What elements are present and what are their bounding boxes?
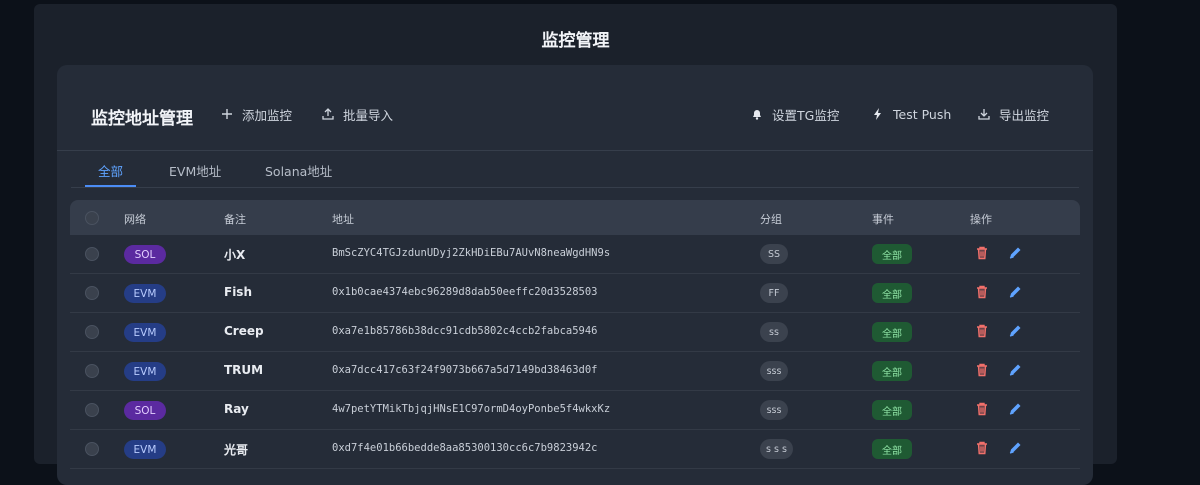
row-note: 光哥: [224, 443, 249, 457]
batch-import-button[interactable]: 批量导入: [321, 105, 393, 123]
row-address: 0xd7f4e01b66bedde8aa85300130cc6c7b982394…: [332, 442, 598, 454]
card-header: 监控地址管理 添加监控 批量导入 设置TG监控 Test Push 导出监控: [57, 65, 1093, 151]
table-row: EVM Creep 0xa7e1b85786b38dcc91cdb5802c4c…: [70, 313, 1080, 352]
export-monitor-label: 导出监控: [999, 107, 1050, 123]
pencil-icon[interactable]: [1007, 323, 1023, 339]
group-badge: s s s: [760, 439, 793, 459]
row-address: BmScZYC4TGJzdunUDyj2ZkHDiEBu7AUvN8neaWgd…: [332, 247, 611, 259]
monitor-management-panel: 监控管理 监控地址管理 添加监控 批量导入 设置TG监控 Test Push 导…: [34, 4, 1117, 485]
group-badge: sss: [760, 361, 788, 381]
table-row: EVM Fish 0x1b0cae4374ebc96289d8dab50eeff…: [70, 274, 1080, 313]
table-header: 网络 备注 地址 分组 事件 操作: [70, 200, 1080, 235]
export-monitor-button[interactable]: 导出监控: [977, 105, 1049, 123]
bell-icon: [753, 110, 761, 120]
event-badge: 全部: [872, 244, 912, 264]
network-badge: EVM: [124, 362, 166, 381]
network-badge: SOL: [124, 401, 166, 420]
row-address: 0x1b0cae4374ebc96289d8dab50eeffc20d35285…: [332, 286, 598, 298]
row-note: Fish: [224, 285, 252, 299]
event-badge: 全部: [872, 322, 912, 342]
header-action: 操作: [970, 213, 992, 226]
event-badge: 全部: [872, 400, 912, 420]
address-tabs: 全部 EVM地址 Solana地址: [71, 151, 1079, 188]
event-badge: 全部: [872, 361, 912, 381]
trash-icon[interactable]: [974, 245, 990, 261]
plus-icon: [222, 109, 232, 119]
tg-monitor-button[interactable]: 设置TG监控: [750, 105, 839, 123]
table-row: SOL Ray 4w7petYTMikTbjqjHNsE1C97ormD4oyP…: [70, 391, 1080, 430]
pencil-icon[interactable]: [1007, 284, 1023, 300]
event-badge: 全部: [872, 283, 912, 303]
row-address: 0xa7dcc417c63f24f9073b667a5d7149bd38463d…: [332, 364, 598, 376]
upload-icon: [322, 108, 334, 120]
select-all-radio[interactable]: [85, 211, 99, 225]
pencil-icon[interactable]: [1007, 440, 1023, 456]
network-badge: EVM: [124, 323, 166, 342]
table-body: SOL 小X BmScZYC4TGJzdunUDyj2ZkHDiEBu7AUvN…: [70, 235, 1080, 469]
table-row: EVM TRUM 0xa7dcc417c63f24f9073b667a5d714…: [70, 352, 1080, 391]
trash-icon[interactable]: [974, 323, 990, 339]
row-select-radio[interactable]: [85, 442, 99, 456]
group-badge: FF: [760, 283, 788, 303]
lightning-icon: [874, 108, 881, 120]
row-note: Ray: [224, 402, 249, 416]
add-monitor-label: 添加监控: [242, 107, 293, 123]
pencil-icon[interactable]: [1007, 401, 1023, 417]
tab-evm[interactable]: EVM地址: [169, 161, 221, 180]
header-note: 备注: [224, 213, 246, 226]
group-badge: SS: [760, 244, 788, 264]
active-tab-indicator: [85, 185, 136, 187]
monitor-address-card: 监控地址管理 添加监控 批量导入 设置TG监控 Test Push 导出监控 全…: [57, 65, 1093, 485]
row-select-radio[interactable]: [85, 325, 99, 339]
header-group: 分组: [760, 213, 782, 226]
table-row: EVM 光哥 0xd7f4e01b66bedde8aa85300130cc6c7…: [70, 430, 1080, 469]
page-title: 监控管理: [541, 31, 610, 51]
trash-icon[interactable]: [974, 401, 990, 417]
card-title: 监控地址管理: [91, 109, 193, 129]
network-badge: SOL: [124, 245, 166, 264]
row-note: 小X: [224, 248, 246, 262]
row-select-radio[interactable]: [85, 364, 99, 378]
row-address: 0xa7e1b85786b38dcc91cdb5802c4ccb2fabca59…: [332, 325, 598, 337]
test-push-button[interactable]: Test Push: [871, 105, 951, 123]
header-address: 地址: [332, 213, 354, 226]
trash-icon[interactable]: [974, 362, 990, 378]
pencil-icon[interactable]: [1007, 362, 1023, 378]
row-select-radio[interactable]: [85, 403, 99, 417]
test-push-label: Test Push: [893, 106, 952, 122]
group-badge: sss: [760, 400, 788, 420]
row-select-radio[interactable]: [85, 247, 99, 261]
header-network: 网络: [124, 213, 146, 226]
monitor-table: 网络 备注 地址 分组 事件 操作 SOL 小X BmScZYC4TGJzdun…: [70, 200, 1080, 469]
batch-import-label: 批量导入: [343, 107, 394, 123]
network-badge: EVM: [124, 284, 166, 303]
row-note: Creep: [224, 324, 264, 338]
row-note: TRUM: [224, 363, 264, 377]
header-event: 事件: [872, 213, 894, 226]
add-monitor-button[interactable]: 添加监控: [220, 105, 292, 123]
tab-solana[interactable]: Solana地址: [265, 161, 332, 180]
group-badge: ss: [760, 322, 788, 342]
trash-icon[interactable]: [974, 440, 990, 456]
download-icon: [978, 109, 990, 120]
table-row: SOL 小X BmScZYC4TGJzdunUDyj2ZkHDiEBu7AUvN…: [70, 235, 1080, 274]
tab-all[interactable]: 全部: [98, 161, 123, 180]
trash-icon[interactable]: [974, 284, 990, 300]
row-address: 4w7petYTMikTbjqjHNsE1C97ormD4oyPonbe5f4w…: [332, 403, 611, 415]
event-badge: 全部: [872, 439, 912, 459]
tg-monitor-label: 设置TG监控: [772, 107, 840, 123]
pencil-icon[interactable]: [1007, 245, 1023, 261]
row-select-radio[interactable]: [85, 286, 99, 300]
